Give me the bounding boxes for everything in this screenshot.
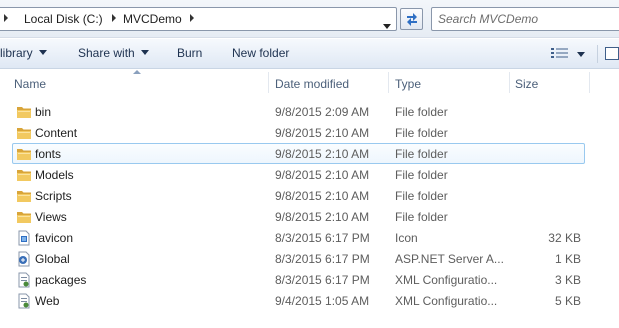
library-button-label: library xyxy=(0,46,33,60)
column-divider[interactable] xyxy=(589,72,590,93)
column-header-name[interactable]: Name xyxy=(14,77,46,102)
command-toolbar: library Share with Burn New folder xyxy=(0,39,619,69)
refresh-icon xyxy=(407,13,417,26)
aspnet-file-icon xyxy=(18,251,30,267)
file-name: Views xyxy=(35,210,67,224)
file-date-modified: 9/8/2015 2:10 AM xyxy=(275,147,370,161)
file-type: XML Configuratio... xyxy=(395,294,498,308)
breadcrumb-mvcdemo[interactable]: MVCDemo xyxy=(123,12,182,26)
file-date-modified: 9/8/2015 2:10 AM xyxy=(275,168,370,182)
file-type: File folder xyxy=(395,147,448,161)
breadcrumb-local-disk[interactable]: Local Disk (C:) xyxy=(24,12,103,26)
file-type: File folder xyxy=(395,168,448,182)
details-view-icon xyxy=(551,48,568,58)
toolbar-divider xyxy=(597,45,598,63)
search-input[interactable] xyxy=(438,11,608,27)
column-header-type[interactable]: Type xyxy=(395,77,421,102)
file-date-modified: 9/8/2015 2:09 AM xyxy=(275,105,370,119)
file-row[interactable]: Global 8/3/2015 6:17 PM ASP.NET Server A..… xyxy=(0,248,619,269)
refresh-button[interactable] xyxy=(400,8,423,30)
config-file-icon xyxy=(18,272,30,288)
file-type: File folder xyxy=(395,105,448,119)
chevron-down-icon xyxy=(140,50,149,55)
file-row[interactable]: bin 9/8/2015 2:09 AM File folder xyxy=(0,101,619,122)
file-size: 32 KB xyxy=(548,231,581,245)
file-row[interactable]: fonts 9/8/2015 2:10 AM File folder xyxy=(0,143,619,164)
views-dropdown-icon[interactable] xyxy=(577,52,585,57)
file-type: Icon xyxy=(395,231,418,245)
file-type: File folder xyxy=(395,189,448,203)
file-type: File folder xyxy=(395,126,448,140)
file-date-modified: 9/8/2015 2:10 AM xyxy=(275,210,370,224)
preview-pane-button[interactable] xyxy=(605,47,619,60)
chevron-right-icon[interactable] xyxy=(112,14,116,22)
file-name: favicon xyxy=(35,231,74,245)
file-size: 3 KB xyxy=(554,273,581,287)
search-box[interactable] xyxy=(431,7,619,31)
file-size: 1 KB xyxy=(554,252,581,266)
file-row[interactable]: Scripts 9/8/2015 2:10 AM File folder xyxy=(0,185,619,206)
new-folder-button[interactable]: New folder xyxy=(232,46,289,60)
share-with-button[interactable]: Share with xyxy=(78,46,149,60)
folder-icon xyxy=(17,170,31,181)
file-name: Global xyxy=(35,252,70,266)
file-date-modified: 8/3/2015 6:17 PM xyxy=(275,252,370,266)
file-name: packages xyxy=(35,273,87,287)
file-type: ASP.NET Server A... xyxy=(395,252,504,266)
file-name: bin xyxy=(35,105,52,119)
address-bar-row: Local Disk (C:) MVCDemo xyxy=(0,0,619,38)
file-row[interactable]: favicon 8/3/2015 6:17 PM Icon 32 KB xyxy=(0,227,619,248)
folder-icon xyxy=(17,191,31,202)
file-type: XML Configuratio... xyxy=(395,273,498,287)
file-row[interactable]: packages 8/3/2015 6:17 PM XML Configuratio… xyxy=(0,269,619,290)
address-history-dropdown-icon[interactable] xyxy=(383,24,391,29)
folder-icon xyxy=(17,107,31,118)
file-date-modified: 8/3/2015 6:17 PM xyxy=(275,273,370,287)
file-row[interactable]: Web 9/4/2015 1:05 AM XML Configuratio... 5 … xyxy=(0,290,619,311)
share-button-label: Share with xyxy=(78,46,135,60)
chevron-right-icon[interactable] xyxy=(4,14,8,22)
file-name: Web xyxy=(35,294,60,308)
folder-icon xyxy=(17,212,31,223)
include-in-library-button[interactable]: library xyxy=(0,46,47,60)
column-divider[interactable] xyxy=(268,72,269,93)
file-size: 5 KB xyxy=(554,294,581,308)
file-date-modified: 9/8/2015 2:10 AM xyxy=(275,126,370,140)
chevron-down-icon xyxy=(38,50,47,55)
file-date-modified: 9/4/2015 1:05 AM xyxy=(275,294,370,308)
file-date-modified: 8/3/2015 6:17 PM xyxy=(275,231,370,245)
favicon-icon xyxy=(18,230,30,246)
column-header-size[interactable]: Size xyxy=(515,77,538,102)
folder-icon xyxy=(17,128,31,139)
config-file-icon xyxy=(18,293,30,309)
file-name: Content xyxy=(35,126,78,140)
column-divider[interactable] xyxy=(509,72,510,93)
chevron-right-icon[interactable] xyxy=(190,14,194,22)
file-row[interactable]: Content 9/8/2015 2:10 AM File folder xyxy=(0,122,619,143)
address-bar[interactable]: Local Disk (C:) MVCDemo xyxy=(0,7,397,31)
file-name: Scripts xyxy=(35,189,72,203)
file-date-modified: 9/8/2015 2:10 AM xyxy=(275,189,370,203)
column-divider[interactable] xyxy=(388,72,389,93)
file-type: File folder xyxy=(395,210,448,224)
column-header-date-modified[interactable]: Date modified xyxy=(275,77,349,102)
folder-icon xyxy=(17,149,31,160)
file-name: Models xyxy=(35,168,74,182)
change-view-button[interactable] xyxy=(551,47,569,63)
file-row[interactable]: Models 9/8/2015 2:10 AM File folder xyxy=(0,164,619,185)
sort-ascending-icon xyxy=(133,70,141,74)
file-row[interactable]: Views 9/8/2015 2:10 AM File folder xyxy=(0,206,619,227)
file-name: fonts xyxy=(35,147,62,161)
burn-button[interactable]: Burn xyxy=(177,46,202,60)
